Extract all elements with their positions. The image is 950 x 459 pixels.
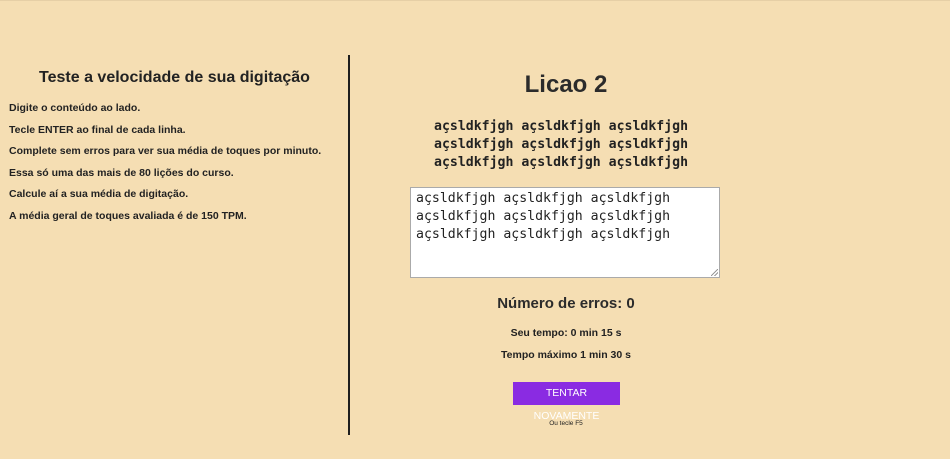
instructions-list: Digite o conteúdo ao lado. Tecle ENTER a… xyxy=(9,101,321,231)
error-count: Número de erros: 0 xyxy=(497,295,635,312)
elapsed-time: Seu tempo: 0 min 15 s xyxy=(510,327,622,339)
instruction-item: Tecle ENTER ao final de cada linha. xyxy=(9,123,186,136)
instruction-item: Calcule aí a sua média de digitação. xyxy=(9,188,189,201)
sample-line: açsldkfjgh açsldkfjgh açsldkfjgh xyxy=(434,119,689,134)
typing-test-page: Teste a velocidade de sua digitação Digi… xyxy=(0,0,950,459)
retry-button[interactable]: TENTAR NOVAMENTE xyxy=(513,382,620,422)
panel-title: Teste a velocidade de sua digitação xyxy=(39,69,310,86)
reload-hint: Ou tecle F5 xyxy=(549,420,583,427)
resize-grip-icon[interactable] xyxy=(711,269,718,276)
instruction-item: Essa só uma das mais de 80 lições do cur… xyxy=(9,166,234,179)
instruction-item: Digite o conteúdo ao lado. xyxy=(9,102,141,114)
instruction-item: A média geral de toques avaliada é de 15… xyxy=(9,209,247,222)
sample-line: açsldkfjgh açsldkfjgh açsldkfjgh xyxy=(434,137,689,152)
typing-textarea[interactable]: açsldkfjgh açsldkfjgh açsldkfjgh açsldkf… xyxy=(410,187,720,278)
lesson-title: Licao 2 xyxy=(524,71,608,98)
lesson-panel: Licao 2 açsldkfjgh açsldkfjgh açsldkfjgh… xyxy=(350,1,950,459)
sample-line: açsldkfjgh açsldkfjgh açsldkfjgh xyxy=(434,155,689,170)
instructions-panel: Teste a velocidade de sua digitação Digi… xyxy=(0,1,349,459)
instruction-item: Complete sem erros para ver sua média de… xyxy=(9,145,322,158)
max-time: Tempo máximo 1 min 30 s xyxy=(501,349,631,361)
sample-text: açsldkfjgh açsldkfjgh açsldkfjgh açsldkfj… xyxy=(434,118,688,172)
